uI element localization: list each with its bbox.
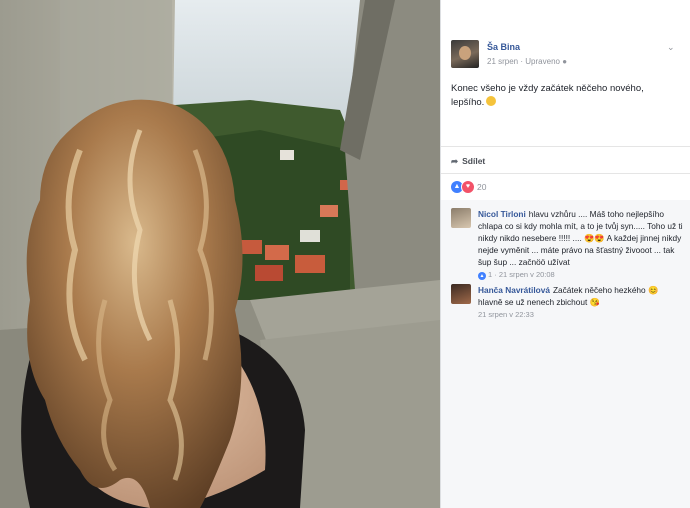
globe-icon: ● bbox=[562, 57, 568, 66]
comment-date[interactable]: 21 srpen v 20:08 bbox=[499, 270, 555, 279]
post-meta: 21 srpen · Upraveno ● bbox=[487, 57, 567, 66]
comment-body: Hanča Navrátilová Začátek něčeho hezkého … bbox=[478, 284, 683, 321]
commenter-name[interactable]: Hanča Navrátilová bbox=[478, 285, 550, 295]
comment-like-count[interactable]: 1 bbox=[488, 270, 492, 279]
comment-meta: ▲ 1 · 21 srpen v 20:08 bbox=[478, 269, 683, 281]
commenter-name[interactable]: Nicol Tirloni bbox=[478, 209, 526, 219]
post-sidebar: Ša Bina 21 srpen · Upraveno ● ⌄ Konec vš… bbox=[440, 0, 690, 508]
love-icon: ♥ bbox=[461, 180, 475, 194]
author-avatar[interactable] bbox=[451, 40, 479, 68]
share-label: Sdílet bbox=[462, 156, 486, 166]
comment-meta: 21 srpen v 22:33 bbox=[478, 309, 683, 321]
share-button[interactable]: ➦ Sdílet bbox=[451, 156, 485, 167]
share-arrow-icon: ➦ bbox=[451, 156, 459, 166]
commenter-avatar[interactable] bbox=[451, 284, 471, 304]
post-photo[interactable] bbox=[0, 0, 440, 508]
facebook-photo-viewer: Ša Bina 21 srpen · Upraveno ● ⌄ Konec vš… bbox=[0, 0, 690, 508]
post-options-chevron-icon[interactable]: ⌄ bbox=[667, 42, 675, 53]
comments-section: Nicol Tirloni hlavu vzhůru .... Máš toho … bbox=[441, 200, 690, 508]
divider bbox=[441, 146, 690, 147]
meta-separator: · bbox=[520, 57, 524, 66]
author-name[interactable]: Ša Bina bbox=[487, 42, 520, 52]
meta-separator: · bbox=[494, 270, 497, 279]
reaction-count: 20 bbox=[477, 182, 487, 192]
commenter-avatar[interactable] bbox=[451, 208, 471, 228]
divider bbox=[441, 173, 690, 174]
post-edited[interactable]: Upraveno bbox=[525, 57, 560, 66]
post-text: Konec všeho je vždy začátek něčeho novéh… bbox=[451, 82, 666, 110]
post-text-content: Konec všeho je vždy začátek něčeho novéh… bbox=[451, 83, 644, 108]
smile-emoji-icon bbox=[486, 96, 497, 106]
comment-date[interactable]: 21 srpen v 22:33 bbox=[478, 310, 534, 319]
like-icon: ▲ bbox=[478, 272, 486, 280]
comment-body: Nicol Tirloni hlavu vzhůru .... Máš toho … bbox=[478, 208, 683, 281]
photo-image bbox=[0, 0, 440, 508]
post-date[interactable]: 21 srpen bbox=[487, 57, 518, 66]
